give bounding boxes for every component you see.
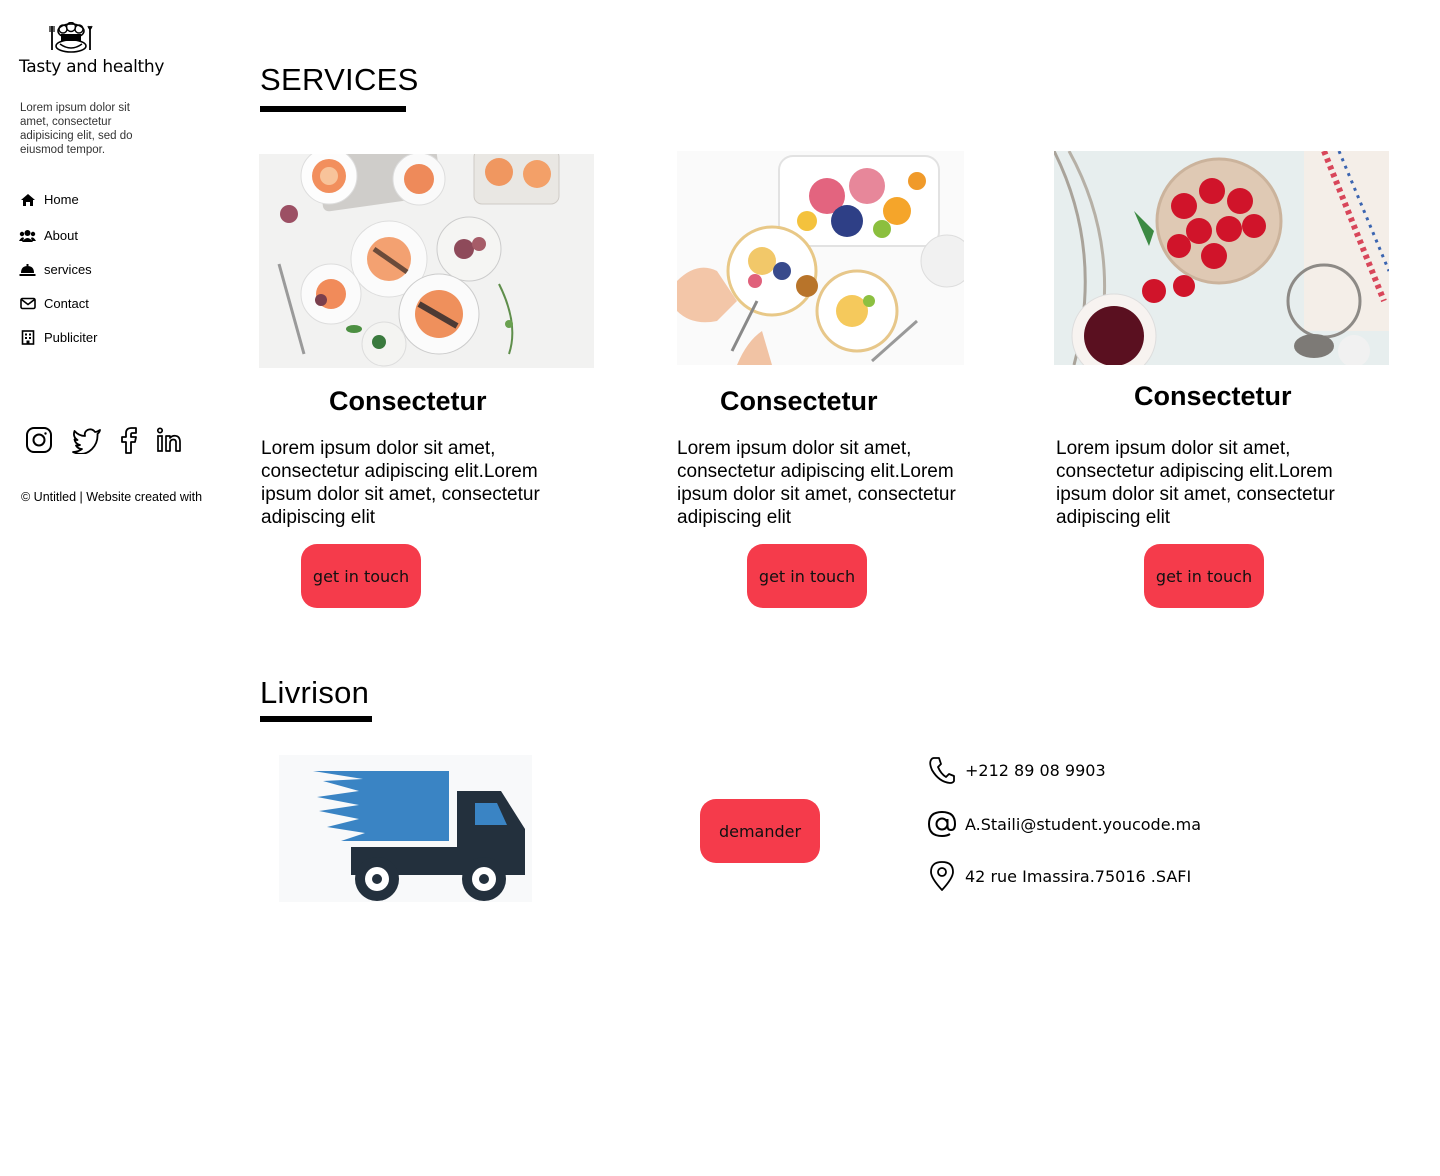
nav-item-publiciter[interactable]: Publiciter	[19, 330, 97, 345]
location-pin-icon	[927, 860, 957, 892]
service-image-3	[1054, 151, 1389, 365]
chef-logo-icon	[49, 22, 93, 53]
mail-icon	[19, 296, 36, 311]
service-card-title: Consectetur	[720, 386, 878, 416]
get-in-touch-button[interactable]: get in touch	[1144, 544, 1264, 608]
instagram-icon[interactable]	[24, 425, 54, 455]
phone-number: +212 89 08 9903	[965, 760, 1106, 780]
nav-item-services[interactable]: services	[19, 262, 92, 277]
linkedin-icon[interactable]	[154, 425, 184, 455]
service-card-title: Consectetur	[329, 386, 487, 416]
brand-name: Tasty and healthy	[19, 57, 165, 77]
service-card-text: Lorem ipsum dolor sit amet, consectetur …	[1056, 438, 1335, 528]
get-in-touch-button[interactable]: get in touch	[747, 544, 867, 608]
service-card-text: Lorem ipsum dolor sit amet, consectetur …	[261, 438, 540, 528]
services-title: SERVICES	[260, 62, 419, 97]
contact-email: A.Staili@student.youcode.ma	[927, 808, 1201, 840]
nav-label: About	[44, 228, 78, 243]
get-in-touch-button[interactable]: get in touch	[301, 544, 421, 608]
users-icon	[19, 228, 36, 243]
at-sign-icon	[927, 808, 957, 840]
twitter-icon[interactable]	[72, 425, 102, 455]
nav-label: Contact	[44, 296, 89, 311]
service-card-title: Consectetur	[1134, 381, 1292, 411]
nav-item-home[interactable]: Home	[19, 192, 79, 207]
nav-label: Publiciter	[44, 330, 98, 345]
street-address: 42 rue Imassira.75016 .SAFI	[965, 866, 1192, 886]
nav-item-contact[interactable]: Contact	[19, 296, 89, 311]
service-bell-icon	[19, 262, 36, 277]
service-image-2	[677, 151, 964, 365]
contact-phone: +212 89 08 9903	[927, 754, 1106, 786]
email-address: A.Staili@student.youcode.ma	[965, 814, 1202, 834]
contact-address: 42 rue Imassira.75016 .SAFI	[927, 860, 1191, 892]
nav-label: Home	[44, 192, 79, 207]
nav-item-about[interactable]: About	[19, 228, 78, 243]
building-icon	[19, 330, 36, 345]
home-icon	[19, 192, 36, 207]
livraison-title: Livrison	[260, 675, 370, 710]
services-title-underline	[260, 106, 406, 112]
demander-button[interactable]: demander	[700, 799, 820, 863]
delivery-truck-image	[279, 755, 532, 902]
service-card-text: Lorem ipsum dolor sit amet, consectetur …	[677, 438, 956, 528]
nav-label: services	[44, 262, 92, 277]
service-image-1	[259, 154, 594, 368]
footer-credit: © Untitled | Website created with	[21, 490, 203, 504]
phone-icon	[927, 754, 957, 786]
facebook-icon[interactable]	[114, 425, 144, 455]
intro-text: Lorem ipsum dolor sit amet, consectetur …	[20, 102, 133, 156]
livraison-title-underline	[260, 716, 372, 722]
